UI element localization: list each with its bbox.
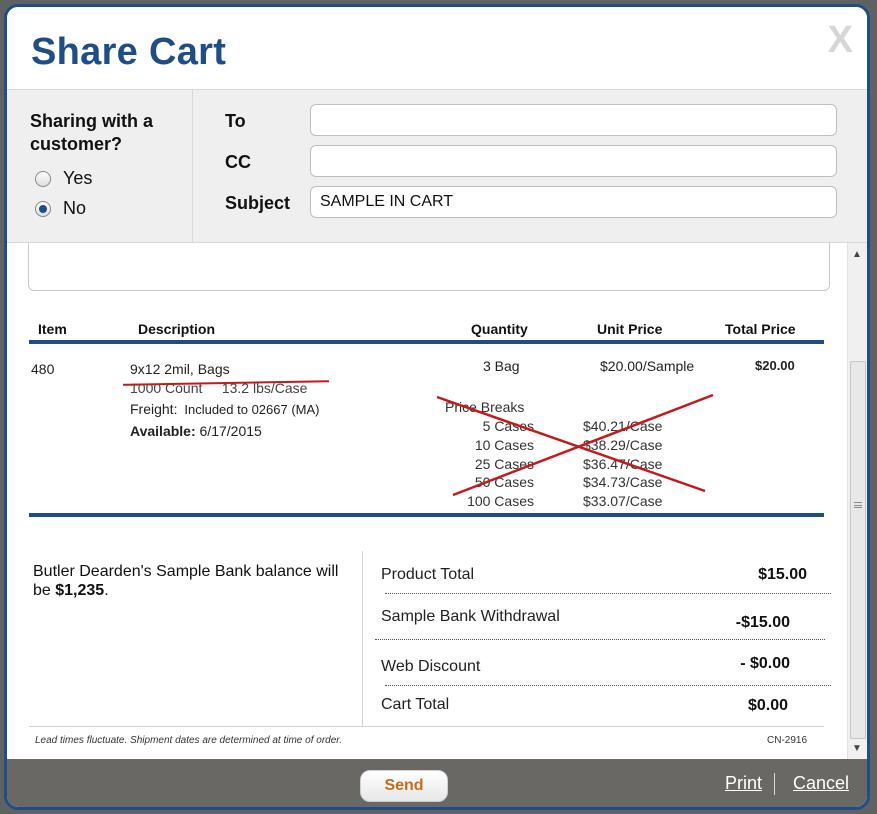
price-breaks: Price Breaks 5 Cases $40.21/Case 10 Case… — [427, 393, 717, 509]
row-total-price: $20.00 — [755, 358, 795, 373]
row-unit-price: $20.00/Sample — [600, 358, 695, 374]
summary-value: - $0.00 — [740, 655, 790, 672]
table-rule-top — [29, 340, 824, 344]
radio-no-button[interactable] — [35, 200, 51, 217]
grip-icon — [854, 502, 862, 508]
summary-bottom-rule — [29, 726, 824, 727]
share-cart-dialog: Share Cart X Sharing with a customer? Ye… — [4, 4, 870, 810]
content-scrollbar[interactable]: ▲ ▼ — [847, 243, 867, 759]
sample-bank-note: Butler Dearden's Sample Bank balance wil… — [29, 551, 363, 727]
radio-yes-button[interactable] — [35, 170, 51, 187]
message-textarea[interactable] — [28, 243, 830, 291]
header-total-price: Total Price — [725, 321, 796, 337]
summary-divider — [385, 593, 831, 594]
summary-label: Web Discount — [381, 658, 481, 675]
scroll-up-arrow-icon[interactable]: ▲ — [852, 249, 862, 260]
radio-yes-label: Yes — [63, 168, 93, 188]
cart-code: CN-2916 — [767, 735, 808, 746]
scroll-down-arrow-icon[interactable]: ▼ — [852, 743, 862, 754]
footer-separator — [774, 773, 775, 795]
row-description: 9x12 2mil, Bags — [130, 361, 230, 377]
summary-label: Product Total — [381, 566, 475, 583]
radio-no-label: No — [63, 198, 87, 218]
header-unit-price: Unit Price — [597, 321, 663, 337]
cart-content: Item Description Quantity Unit Price Tot… — [7, 243, 847, 759]
radio-yes[interactable]: Yes — [35, 168, 92, 189]
cc-label: CC — [225, 152, 251, 172]
dialog-header: Share Cart X — [7, 7, 867, 89]
to-field[interactable] — [310, 104, 837, 136]
summary-label: Sample Bank Withdrawal — [381, 608, 560, 625]
header-description: Description — [138, 321, 216, 337]
header-item: Item — [38, 321, 67, 337]
dialog-footer: Send Print Cancel — [7, 759, 867, 807]
scroll-thumb[interactable] — [850, 361, 866, 739]
bank-balance-period: . — [104, 582, 109, 599]
bank-balance-amount: $1,235 — [55, 582, 105, 599]
share-panel: Sharing with a customer? Yes No To CC Su… — [7, 89, 867, 243]
summary-label: Cart Total — [381, 696, 450, 713]
cancel-link[interactable]: Cancel — [793, 773, 849, 794]
summary-value: $0.00 — [747, 697, 788, 714]
send-button[interactable]: Send — [360, 770, 448, 802]
subject-field[interactable] — [310, 186, 837, 218]
share-question: Sharing with a customer? — [30, 111, 154, 154]
cc-field[interactable] — [310, 145, 837, 177]
summary-value: -$15.00 — [735, 614, 790, 631]
available-value: 6/17/2015 — [199, 423, 262, 439]
summary-value: $15.00 — [758, 566, 807, 583]
row-item: 480 — [31, 361, 55, 377]
table-rule-bottom — [29, 513, 824, 517]
summary-divider — [385, 685, 831, 686]
summary-divider — [375, 639, 825, 640]
row-quantity: 3 Bag — [483, 358, 520, 374]
to-label: To — [225, 111, 246, 131]
subject-label: Subject — [225, 193, 291, 213]
freight-value: Included to 02667 (MA) — [184, 402, 320, 417]
bank-balance-text: Butler Dearden's Sample Bank balance wil… — [33, 562, 353, 600]
print-link[interactable]: Print — [725, 773, 762, 794]
row-available: Available: 6/17/2015 — [130, 423, 262, 439]
price-breaks-cross-out — [436, 393, 714, 497]
dialog-title: Share Cart — [31, 31, 227, 73]
header-quantity: Quantity — [471, 321, 528, 337]
lead-time-footnote: Lead times fluctuate. Shipment dates are… — [35, 735, 343, 746]
row-freight: Freight: Included to 02667 (MA) — [130, 401, 320, 417]
available-label: Available: — [130, 423, 196, 439]
close-icon[interactable]: X — [828, 19, 853, 62]
freight-label: Freight: — [130, 401, 178, 417]
radio-no[interactable]: No — [35, 198, 86, 219]
customer-share-section: Sharing with a customer? Yes No — [7, 90, 193, 242]
